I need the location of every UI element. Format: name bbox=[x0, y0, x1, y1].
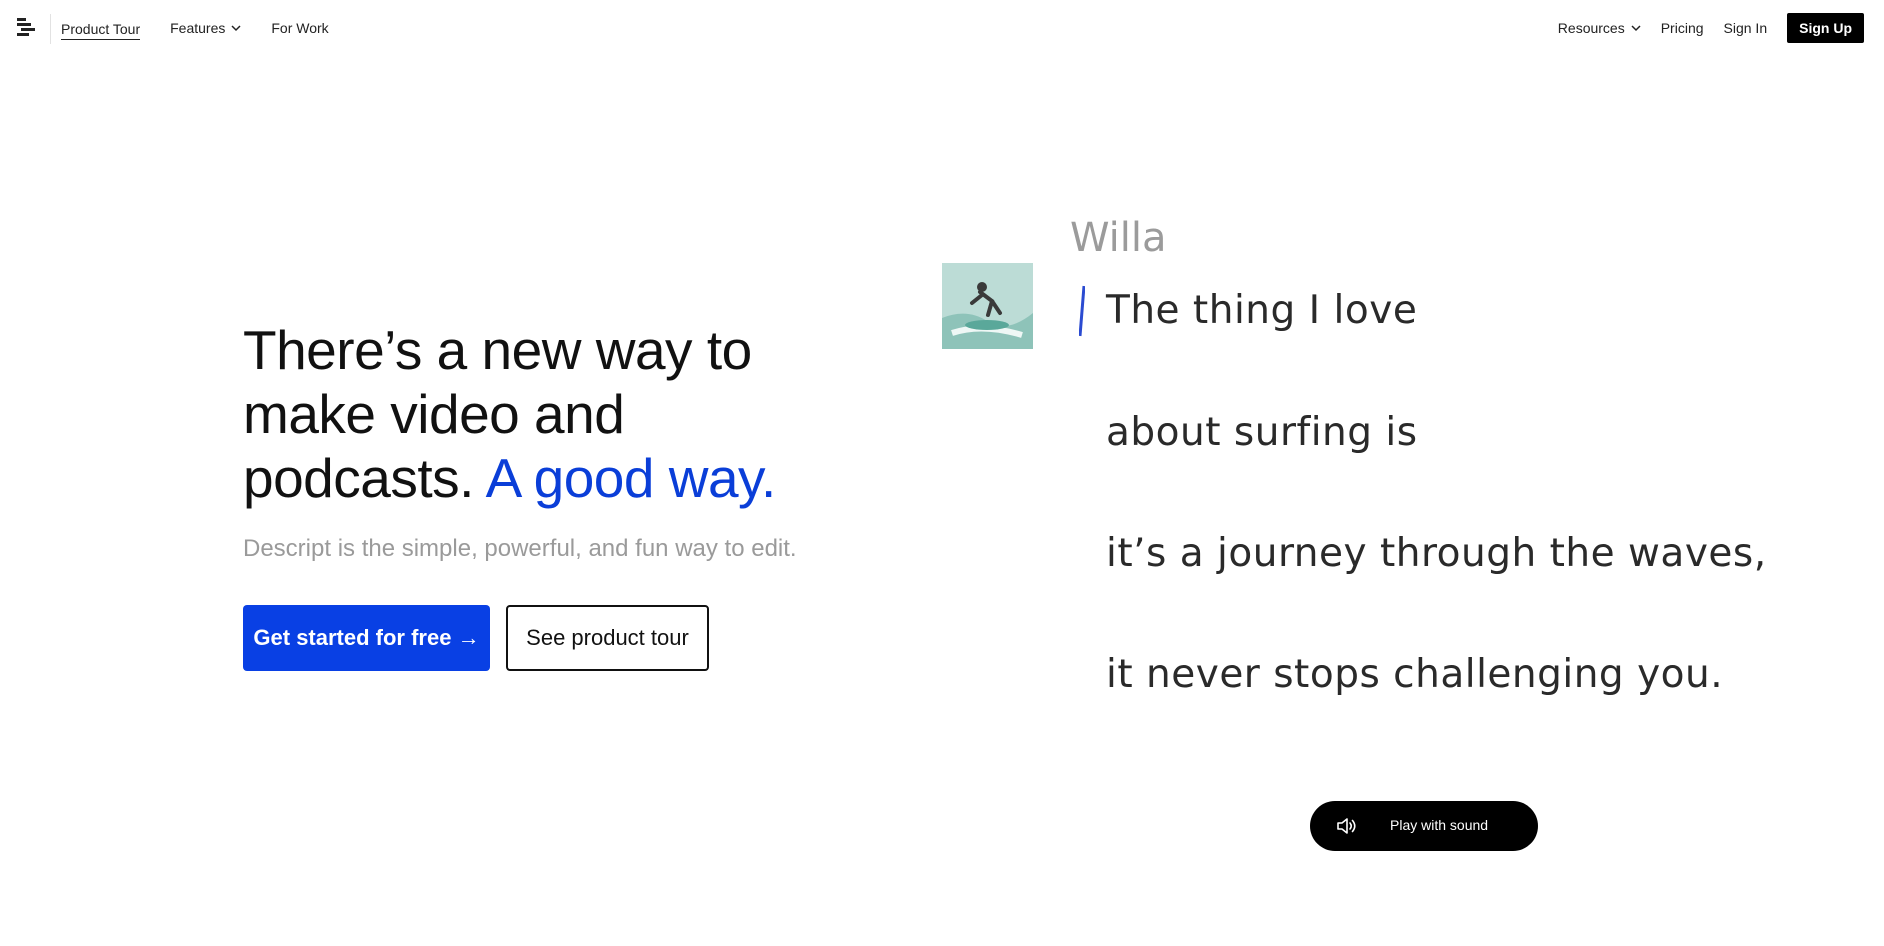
nav-resources[interactable]: Resources bbox=[1558, 20, 1641, 36]
speaker-name: Willa bbox=[1070, 215, 1167, 261]
speaker-icon bbox=[1337, 818, 1356, 834]
transcript-line[interactable]: The thing I love bbox=[1106, 288, 1417, 333]
surfer-image bbox=[942, 263, 1033, 349]
hero-title-line3: podcasts. bbox=[243, 447, 474, 509]
play-with-sound-button[interactable]: Play with sound bbox=[1310, 801, 1538, 851]
chevron-down-icon bbox=[1631, 25, 1641, 32]
hero-title: There’s a new way to make video and podc… bbox=[243, 318, 883, 510]
nav-for-work-label: For Work bbox=[271, 20, 329, 36]
hero-title-line2: make video and bbox=[243, 383, 625, 445]
get-started-button[interactable]: Get started for free → bbox=[243, 605, 490, 671]
nav-sign-in[interactable]: Sign In bbox=[1724, 20, 1768, 36]
nav-for-work[interactable]: For Work bbox=[271, 20, 328, 36]
hero-title-line1: There’s a new way to bbox=[243, 319, 752, 381]
hero-subtitle: Descript is the simple, powerful, and fu… bbox=[243, 535, 797, 562]
nav-product-tour-label: Product Tour bbox=[61, 20, 141, 37]
transcript-line[interactable]: about surfing is bbox=[1106, 410, 1418, 455]
surfer-thumbnail bbox=[942, 263, 1033, 349]
nav-pricing-label: Pricing bbox=[1660, 20, 1704, 36]
nav-divider bbox=[50, 14, 51, 44]
play-with-sound-label: Play with sound bbox=[1390, 817, 1489, 833]
nav-resources-label: Resources bbox=[1557, 20, 1625, 36]
top-nav: Product Tour Features For Work Resources… bbox=[0, 0, 1884, 56]
nav-sign-in-label: Sign In bbox=[1723, 20, 1768, 36]
chevron-down-icon bbox=[231, 25, 241, 32]
nav-pricing[interactable]: Pricing bbox=[1661, 20, 1704, 36]
transcript-line[interactable]: it’s a journey through the waves, bbox=[1106, 531, 1767, 576]
nav-left-group: Product Tour Features For Work bbox=[61, 0, 329, 56]
transcript-line[interactable]: it never stops challenging you. bbox=[1106, 652, 1723, 697]
hero-title-accent: A good way. bbox=[485, 447, 777, 509]
see-product-tour-button[interactable]: See product tour bbox=[506, 605, 709, 671]
nav-features-label: Features bbox=[170, 20, 226, 36]
nav-right-group: Resources Pricing Sign In Sign Up bbox=[1558, 0, 1864, 56]
nav-features[interactable]: Features bbox=[170, 20, 241, 36]
text-cursor-icon bbox=[1079, 285, 1085, 337]
sign-up-button[interactable]: Sign Up bbox=[1787, 13, 1864, 43]
nav-product-tour[interactable]: Product Tour bbox=[61, 20, 141, 40]
descript-logo-icon[interactable] bbox=[17, 17, 37, 39]
